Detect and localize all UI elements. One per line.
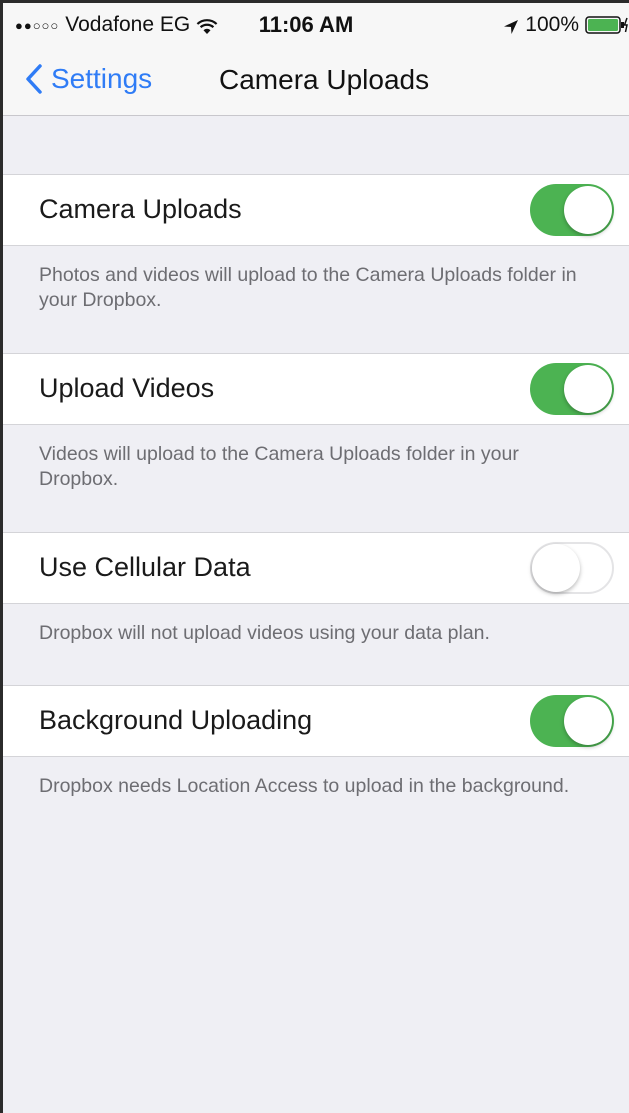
status-right: 100% [503, 13, 629, 37]
location-arrow-icon [503, 17, 519, 34]
setting-row-upload-videos: Upload Videos [3, 353, 629, 425]
battery-charging-icon [585, 16, 629, 34]
setting-description: Dropbox needs Location Access to upload … [39, 775, 570, 797]
toggle-knob [564, 186, 612, 234]
toggle-knob [532, 544, 580, 592]
setting-group-camera-uploads: Camera Uploads Photos and videos will up… [3, 174, 629, 313]
setting-group-background-uploading: Background Uploading Dropbox needs Locat… [3, 685, 629, 799]
background-uploading-toggle[interactable] [530, 695, 614, 747]
cellular-data-toggle[interactable] [530, 542, 614, 594]
navigation-bar: Settings Camera Uploads [3, 43, 629, 116]
setting-description: Photos and videos will upload to the Cam… [39, 264, 577, 311]
camera-uploads-toggle[interactable] [530, 184, 614, 236]
setting-label: Background Uploading [39, 705, 313, 735]
setting-label: Use Cellular Data [39, 552, 251, 582]
chevron-left-icon [25, 64, 43, 94]
phone-screen: ●●○○○ Vodafone EG 11:06 AM 100% Settings… [0, 0, 629, 1113]
battery-percentage: 100% [525, 13, 579, 36]
page-title: Camera Uploads [219, 64, 430, 95]
setting-description: Dropbox will not upload videos using you… [39, 622, 490, 644]
setting-row-cellular-data: Use Cellular Data [3, 532, 629, 604]
setting-label: Upload Videos [39, 373, 215, 403]
status-bar: ●●○○○ Vodafone EG 11:06 AM 100% [3, 3, 629, 43]
setting-group-upload-videos: Upload Videos Videos will upload to the … [3, 353, 629, 492]
setting-row-background-uploading: Background Uploading [3, 685, 629, 757]
back-button-label: Settings [51, 63, 153, 94]
upload-videos-toggle[interactable] [530, 363, 614, 415]
back-button[interactable]: Settings [25, 63, 152, 95]
setting-label: Camera Uploads [39, 194, 242, 224]
toggle-knob [564, 365, 612, 413]
setting-row-camera-uploads: Camera Uploads [3, 174, 629, 246]
toggle-knob [564, 697, 612, 745]
setting-group-cellular-data: Use Cellular Data Dropbox will not uploa… [3, 532, 629, 646]
setting-description: Videos will upload to the Camera Uploads… [39, 443, 519, 490]
